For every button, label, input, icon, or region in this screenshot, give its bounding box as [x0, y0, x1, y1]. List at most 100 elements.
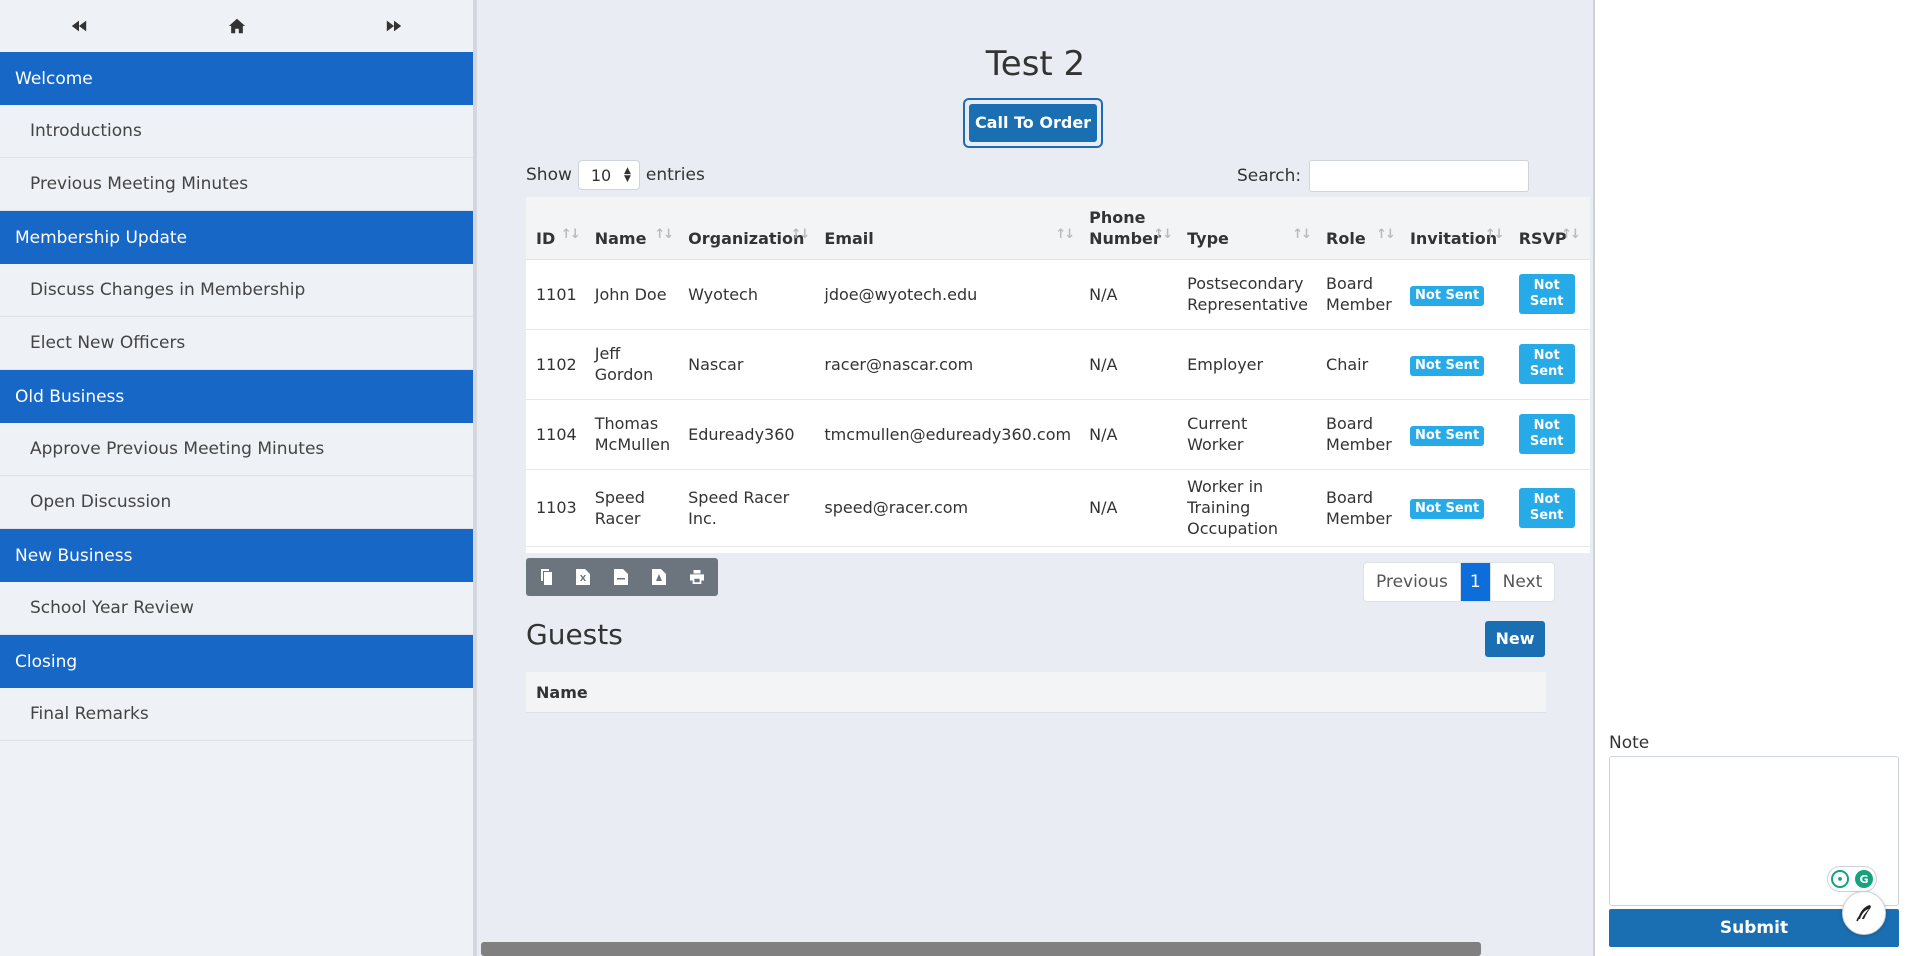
- next-item-button[interactable]: [315, 0, 473, 52]
- agenda-list: Welcome Introductions Previous Meeting Min…: [0, 52, 473, 741]
- column-header-label: Name: [594, 228, 647, 248]
- agenda-section[interactable]: Welcome: [0, 52, 473, 105]
- copy-button[interactable]: [526, 558, 564, 596]
- horizontal-scrollbar[interactable]: [481, 942, 1481, 956]
- feather-pen-button[interactable]: [1842, 891, 1886, 935]
- call-to-order-focus-ring: Call To Order: [963, 98, 1103, 148]
- agenda-section[interactable]: Closing: [0, 635, 473, 688]
- sort-icon: ↑↓: [560, 226, 581, 242]
- agenda-item[interactable]: Previous Meeting Minutes: [0, 158, 473, 211]
- export-button-group: [526, 558, 718, 596]
- invitation-status-badge: Not Sent: [1409, 499, 1485, 519]
- column-header[interactable]: Role ↑↓: [1316, 197, 1400, 260]
- cell-org: Nascar: [678, 329, 815, 400]
- cell-id: 1104: [526, 399, 585, 470]
- column-header[interactable]: Name ↑↓: [584, 197, 679, 260]
- cell-role: Board Member: [1316, 259, 1400, 330]
- sort-icon: ↑↓: [1055, 226, 1075, 242]
- excel-button[interactable]: [564, 558, 602, 596]
- search-label: Search:: [1237, 166, 1302, 186]
- pagination-next[interactable]: Next: [1489, 563, 1555, 601]
- column-header[interactable]: RSVP ↑↓: [1508, 197, 1585, 260]
- new-guest-button[interactable]: New: [1485, 621, 1545, 657]
- agenda-sidebar: Welcome Introductions Previous Meeting Min…: [0, 0, 477, 956]
- column-header-label: Type: [1187, 228, 1229, 248]
- feather-pen-icon: [1856, 905, 1871, 922]
- sidebar-nav: [0, 0, 473, 52]
- table-row: 1102 Jeff Gordon Nascar racer@nascar.com N/A…: [526, 329, 1590, 400]
- cell-invitation: Not Sent: [1399, 259, 1509, 330]
- csv-icon: [614, 569, 628, 585]
- cell-att: Pe: [1584, 259, 1590, 330]
- cell-rsvp: Not Sent: [1508, 399, 1585, 470]
- sort-icon: ↑↓: [1292, 226, 1312, 242]
- column-header[interactable]: Att: [1584, 197, 1590, 260]
- guests-name-column[interactable]: Name: [536, 683, 588, 702]
- entries-length-control: Show 10 ▲ ▼ entries: [526, 160, 705, 190]
- grammarly-widget[interactable]: • G: [1827, 866, 1877, 892]
- pagination-previous[interactable]: Previous: [1364, 563, 1461, 601]
- entries-select[interactable]: 10 ▲ ▼: [577, 160, 640, 190]
- agenda-item[interactable]: Introductions: [0, 105, 473, 158]
- table-body: 1101 John Doe Wyotech jdoe@wyotech.edu N/A Po…: [526, 259, 1590, 547]
- column-header[interactable]: Phone Number ↑↓: [1079, 197, 1178, 260]
- sort-icon: ↑↓: [1561, 226, 1581, 242]
- cell-phone: N/A: [1079, 329, 1178, 400]
- csv-button[interactable]: [602, 558, 640, 596]
- agenda-item[interactable]: Elect New Officers: [0, 317, 473, 370]
- agenda-item[interactable]: Approve Previous Meeting Minutes: [0, 423, 473, 476]
- rsvp-status-badge: Not Sent: [1518, 414, 1575, 454]
- agenda-section[interactable]: Membership Update: [0, 211, 473, 264]
- table-search: Search:: [1237, 160, 1530, 192]
- previous-item-button[interactable]: [0, 0, 158, 52]
- cell-role: Chair: [1316, 329, 1400, 400]
- entries-select-value: 10: [590, 165, 612, 185]
- entries-label: entries: [645, 165, 705, 185]
- column-header[interactable]: Organization ↑↓: [678, 197, 815, 260]
- agenda-section[interactable]: Old Business: [0, 370, 473, 423]
- cell-phone: N/A: [1079, 469, 1178, 547]
- cell-invitation: Not Sent: [1399, 399, 1509, 470]
- cell-att: Pe: [1584, 329, 1590, 400]
- cell-att: Pe: [1584, 469, 1590, 547]
- cell-name: John Doe: [584, 259, 679, 330]
- column-header[interactable]: Type ↑↓: [1177, 197, 1317, 260]
- invitation-status-badge: Not Sent: [1409, 285, 1485, 306]
- cell-role: Board Member: [1316, 469, 1400, 547]
- note-label: Note: [1609, 733, 1650, 753]
- home-button[interactable]: [158, 0, 316, 52]
- agenda-item[interactable]: Open Discussion: [0, 476, 473, 529]
- home-icon: [228, 18, 245, 34]
- cell-id: 1101: [526, 259, 585, 330]
- pdf-button[interactable]: [640, 558, 678, 596]
- agenda-section[interactable]: New Business: [0, 529, 473, 582]
- cell-type: Worker in Training Occupation: [1177, 469, 1317, 547]
- sort-icon: ↑↓: [1376, 226, 1396, 242]
- fast-forward-icon: [386, 20, 402, 32]
- column-header-label: RSVP: [1518, 228, 1567, 248]
- column-header[interactable]: Invitation ↑↓: [1399, 197, 1509, 260]
- table-header-row: ID ↑↓ Name ↑↓ Organization ↑↓ Email ↑↓ Phone Num…: [526, 197, 1590, 260]
- column-header[interactable]: ID ↑↓: [526, 197, 585, 260]
- pagination-page-1[interactable]: 1: [1460, 563, 1490, 601]
- cell-name: Jeff Gordon: [584, 329, 679, 400]
- column-header[interactable]: Email ↑↓: [814, 197, 1080, 260]
- cell-email: speed@racer.com: [814, 469, 1080, 547]
- agenda-item[interactable]: Discuss Changes in Membership: [0, 264, 473, 317]
- agenda-item[interactable]: School Year Review: [0, 582, 473, 635]
- page-title: Test 2: [985, 44, 1086, 84]
- cell-rsvp: Not Sent: [1508, 259, 1585, 330]
- call-to-order-button[interactable]: Call To Order: [969, 104, 1097, 142]
- agenda-item[interactable]: Final Remarks: [0, 688, 473, 741]
- invitation-status-badge: Not Sent: [1409, 425, 1485, 446]
- sort-icon: ↑↓: [1153, 226, 1173, 242]
- pdf-icon: [652, 569, 666, 585]
- select-caret-icon: ▲ ▼: [623, 166, 631, 184]
- print-button[interactable]: [678, 558, 716, 596]
- cell-email: tmcmullen@eduready360.com: [814, 399, 1080, 470]
- guests-table-header: Name: [526, 672, 1546, 713]
- cell-org: Eduready360: [678, 399, 815, 470]
- column-header-label: Organization: [688, 228, 805, 248]
- column-header-label: ID: [536, 228, 556, 248]
- search-input[interactable]: [1309, 160, 1530, 192]
